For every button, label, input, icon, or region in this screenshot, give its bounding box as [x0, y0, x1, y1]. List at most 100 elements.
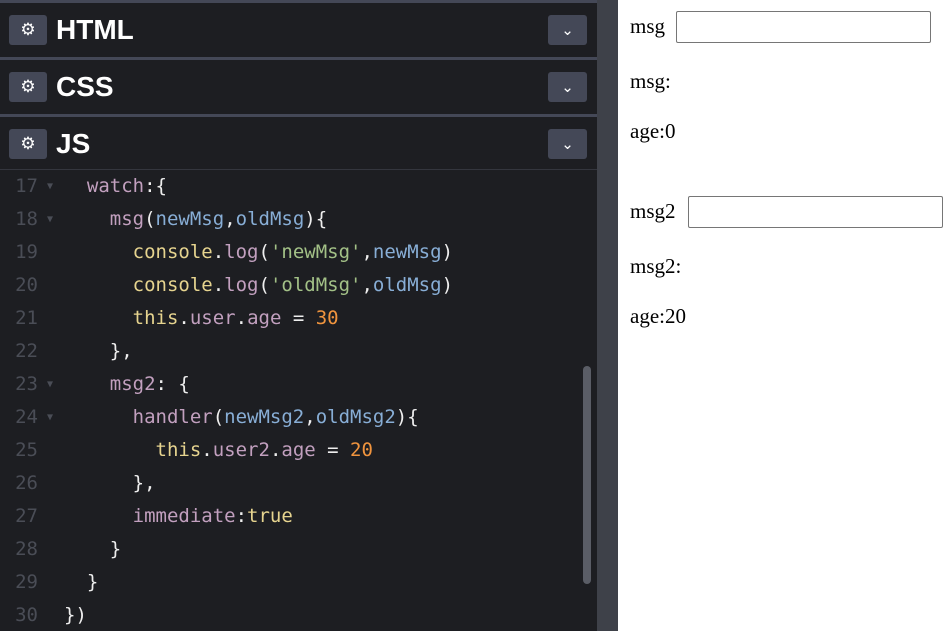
code-token: 'newMsg' [269, 241, 362, 263]
gear-icon[interactable]: ⚙ [9, 72, 47, 102]
gear-icon[interactable]: ⚙ [9, 129, 47, 159]
msg-input[interactable] [676, 11, 931, 43]
code-token: ){ [395, 406, 419, 428]
code-token: , [361, 274, 373, 296]
code-token: newMsg [155, 208, 225, 230]
code-token: age [281, 439, 316, 461]
code-token: user [189, 307, 236, 329]
msg-display: msg: [630, 69, 671, 93]
code-text: } [64, 566, 98, 599]
code-text: this.user.age = 30 [64, 302, 339, 335]
chevron-down-icon[interactable]: ⌄ [548, 15, 587, 45]
code-line: 22 }, [0, 335, 590, 368]
msg2-label: msg2 [630, 199, 676, 223]
code-token: . [178, 307, 190, 329]
code-token: 30 [315, 307, 339, 329]
line-number: 23 [15, 373, 38, 395]
code-token: : { [155, 373, 190, 395]
chevron-down-icon[interactable]: ⌄ [548, 129, 587, 159]
code-text: watch:{ [64, 170, 167, 203]
line-number: 22 [15, 340, 38, 362]
code-token: } [64, 538, 122, 560]
line-number: 26 [15, 472, 38, 494]
code-line: 17 ▼ watch:{ [0, 170, 590, 203]
fold-arrow-icon[interactable]: ▼ [47, 401, 53, 434]
code-token: , [224, 208, 236, 230]
code-line: 23 ▼ msg2: { [0, 368, 590, 401]
code-token: ( [144, 208, 156, 230]
fold-arrow-icon[interactable]: ▼ [47, 368, 53, 401]
code-text: }) [64, 599, 87, 631]
line-number: 27 [15, 505, 38, 527]
js-panel-title: JS [56, 128, 91, 159]
code-text: }, [64, 467, 156, 500]
code-line: 19 console.log('newMsg',newMsg) [0, 236, 590, 269]
code-token: console [132, 274, 213, 296]
code-line: 30}) [0, 599, 590, 631]
code-token: this [155, 439, 202, 461]
code-token: age [247, 307, 282, 329]
code-token: = [315, 439, 351, 461]
code-token: handler [132, 406, 213, 428]
code-token: . [212, 241, 225, 263]
code-token: : [235, 505, 248, 527]
gear-icon[interactable]: ⚙ [9, 15, 47, 45]
code-token: ) [441, 274, 454, 296]
code-scrollbar[interactable] [583, 366, 591, 584]
code-token: }, [64, 340, 133, 362]
line-number: 21 [15, 307, 38, 329]
code-token: . [212, 274, 225, 296]
code-token: true [247, 505, 293, 527]
code-line: 18 ▼ msg(newMsg,oldMsg){ [0, 203, 590, 236]
code-line: 21 this.user.age = 30 [0, 302, 590, 335]
line-number: 24 [15, 406, 38, 428]
pane-resize-divider[interactable] [597, 0, 618, 631]
code-token: 'oldMsg' [269, 274, 362, 296]
msg2-display: msg2: [630, 254, 682, 278]
code-line: 28 } [0, 533, 590, 566]
code-token: . [201, 439, 213, 461]
code-text: console.log('newMsg',newMsg) [64, 236, 453, 269]
css-panel-header[interactable]: ⚙ CSS ⌄ [0, 57, 597, 113]
code-token: ){ [304, 208, 328, 230]
html-panel-title: HTML [56, 14, 134, 45]
code-line: 26 }, [0, 467, 590, 500]
line-number: 18 [15, 208, 38, 230]
code-editor: ⚙ HTML ⌄ ⚙ CSS ⌄ ⚙ JS ⌄ 17 ▼ watch:{ 18 ▼ m… [0, 0, 597, 631]
js-code-area[interactable]: 17 ▼ watch:{ 18 ▼ msg(newMsg,oldMsg){19 con… [0, 170, 590, 631]
age-display: age:0 [630, 119, 676, 143]
html-panel-header[interactable]: ⚙ HTML ⌄ [0, 0, 597, 56]
result-preview: msg msg: age:0 msg2 msg2: age:20 [618, 0, 946, 631]
code-line: 25 this.user2.age = 20 [0, 434, 590, 467]
fold-arrow-icon[interactable]: ▼ [47, 170, 53, 203]
code-token: oldMsg [372, 274, 442, 296]
code-line: 20 console.log('oldMsg',oldMsg) [0, 269, 590, 302]
code-text: handler(newMsg2,oldMsg2){ [64, 401, 419, 434]
js-panel-header[interactable]: ⚙ JS ⌄ [0, 114, 597, 170]
chevron-down-icon[interactable]: ⌄ [548, 72, 587, 102]
msg2-input[interactable] [688, 196, 943, 228]
fold-arrow-icon[interactable]: ▼ [47, 203, 53, 236]
code-token: oldMsg2 [315, 406, 396, 428]
code-text: }, [64, 335, 133, 368]
line-number: 29 [15, 571, 38, 593]
code-token: ( [212, 406, 225, 428]
code-token: = [281, 307, 316, 329]
code-text: msg(newMsg,oldMsg){ [64, 203, 327, 236]
code-token: . [235, 307, 248, 329]
code-token: newMsg2 [224, 406, 305, 428]
code-text: } [64, 533, 121, 566]
code-text: immediate:true [64, 500, 293, 533]
code-token: immediate [132, 505, 236, 527]
code-token: log [224, 241, 259, 263]
code-token: } [64, 571, 99, 593]
line-number: 25 [15, 439, 38, 461]
